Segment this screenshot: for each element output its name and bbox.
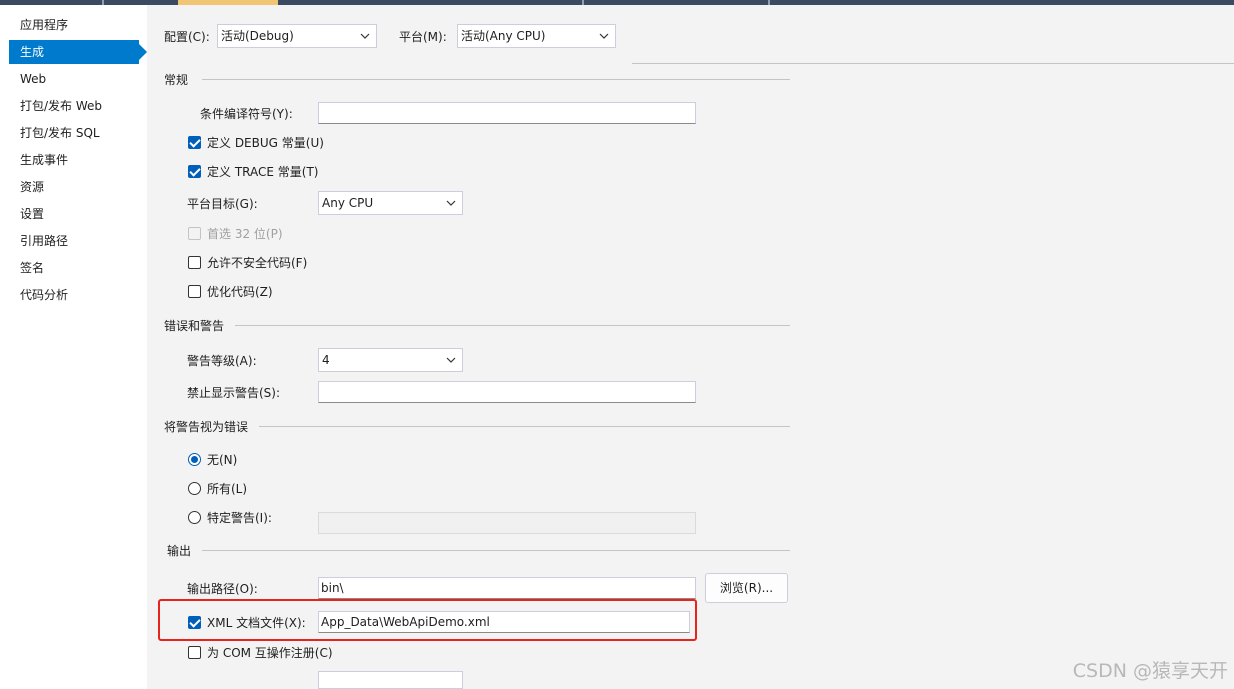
com-interop-checkbox[interactable] [188, 646, 201, 659]
prefer-32bit-checkbox[interactable] [188, 227, 201, 240]
section-title-treat-warnings: 将警告视为错误 [164, 420, 249, 434]
sidebar-item-build[interactable]: 生成 [9, 40, 147, 64]
sidebar-item-resources[interactable]: 资源 [9, 175, 139, 199]
suppress-warnings-input[interactable] [318, 381, 696, 403]
conditional-symbols-label: 条件编译符号(Y): [200, 107, 293, 121]
browse-button[interactable]: 浏览(R)... [705, 573, 788, 603]
sidebar-item-web[interactable]: Web [9, 67, 139, 91]
treat-warnings-specific-label: 特定警告(I): [207, 511, 272, 525]
define-debug-checkbox[interactable] [188, 136, 201, 149]
warning-level-value: 4 [322, 353, 330, 367]
define-trace-checkbox[interactable] [188, 165, 201, 178]
sidebar-item-reference-paths[interactable]: 引用路径 [9, 229, 139, 253]
header-divider [632, 63, 1234, 64]
sidebar-item-settings[interactable]: 设置 [9, 202, 139, 226]
chevron-down-icon [599, 25, 609, 47]
conditional-symbols-input[interactable] [318, 102, 696, 124]
treat-warnings-specific-radio[interactable] [188, 511, 201, 524]
output-path-label: 输出路径(O): [187, 582, 258, 596]
allow-unsafe-code-label: 允许不安全代码(F) [207, 256, 308, 270]
output-path-input[interactable]: bin\ [318, 577, 696, 599]
section-divider [259, 426, 790, 427]
platform-value: 活动(Any CPU) [461, 29, 546, 43]
optimize-code-label: 优化代码(Z) [207, 285, 273, 299]
sidebar-item-code-analysis[interactable]: 代码分析 [9, 283, 139, 307]
platform-target-value: Any CPU [322, 196, 374, 210]
section-divider [235, 325, 790, 326]
sidebar-item-signing[interactable]: 签名 [9, 256, 139, 280]
platform-dropdown[interactable]: 活动(Any CPU) [457, 24, 616, 48]
define-debug-label: 定义 DEBUG 常量(U) [207, 136, 324, 150]
sidebar-item-package-publish-sql[interactable]: 打包/发布 SQL [9, 121, 139, 145]
section-title-general: 常规 [164, 73, 189, 87]
treat-warnings-none-radio[interactable] [188, 453, 201, 466]
xml-doc-file-label: XML 文档文件(X): [207, 616, 306, 630]
sidebar-item-package-publish-web[interactable]: 打包/发布 Web [9, 94, 139, 118]
prefer-32bit-label: 首选 32 位(P) [207, 227, 283, 241]
sidebar-item-application[interactable]: 应用程序 [9, 13, 139, 37]
platform-target-dropdown[interactable]: Any CPU [318, 191, 463, 215]
allow-unsafe-code-checkbox[interactable] [188, 256, 201, 269]
section-title-errors-warnings: 错误和警告 [164, 319, 225, 333]
xml-doc-file-checkbox[interactable] [188, 616, 201, 629]
warning-level-label: 警告等级(A): [187, 354, 257, 368]
chevron-down-icon [446, 349, 456, 371]
com-interop-label: 为 COM 互操作注册(C) [207, 646, 333, 660]
section-divider [202, 79, 790, 80]
configuration-dropdown[interactable]: 活动(Debug) [217, 24, 377, 48]
optimize-code-checkbox[interactable] [188, 285, 201, 298]
chevron-down-icon [360, 25, 370, 47]
generate-serialization-dropdown[interactable] [318, 671, 463, 689]
define-trace-label: 定义 TRACE 常量(T) [207, 165, 319, 179]
project-properties-sidebar: 应用程序 生成 Web 打包/发布 Web 打包/发布 SQL 生成事件 资源 … [0, 5, 147, 689]
specific-warnings-input[interactable] [318, 512, 696, 534]
suppress-warnings-label: 禁止显示警告(S): [187, 386, 281, 400]
chevron-down-icon [446, 192, 456, 214]
platform-target-label: 平台目标(G): [187, 197, 258, 211]
platform-label: 平台(M): [399, 30, 447, 44]
warning-level-dropdown[interactable]: 4 [318, 348, 463, 372]
section-title-output: 输出 [167, 544, 192, 558]
treat-warnings-all-radio[interactable] [188, 482, 201, 495]
treat-warnings-none-label: 无(N) [207, 453, 238, 467]
section-divider [202, 550, 790, 551]
xml-doc-file-input[interactable]: App_Data\WebApiDemo.xml [318, 611, 690, 633]
sidebar-item-build-events[interactable]: 生成事件 [9, 148, 139, 172]
watermark-text: CSDN @猿享天开 [1072, 660, 1228, 682]
configuration-label: 配置(C): [164, 30, 210, 44]
configuration-value: 活动(Debug) [221, 29, 294, 43]
treat-warnings-all-label: 所有(L) [207, 482, 248, 496]
build-properties-panel: 配置(C): 活动(Debug) 平台(M): 活动(Any CPU) 常规 条… [147, 5, 1234, 689]
